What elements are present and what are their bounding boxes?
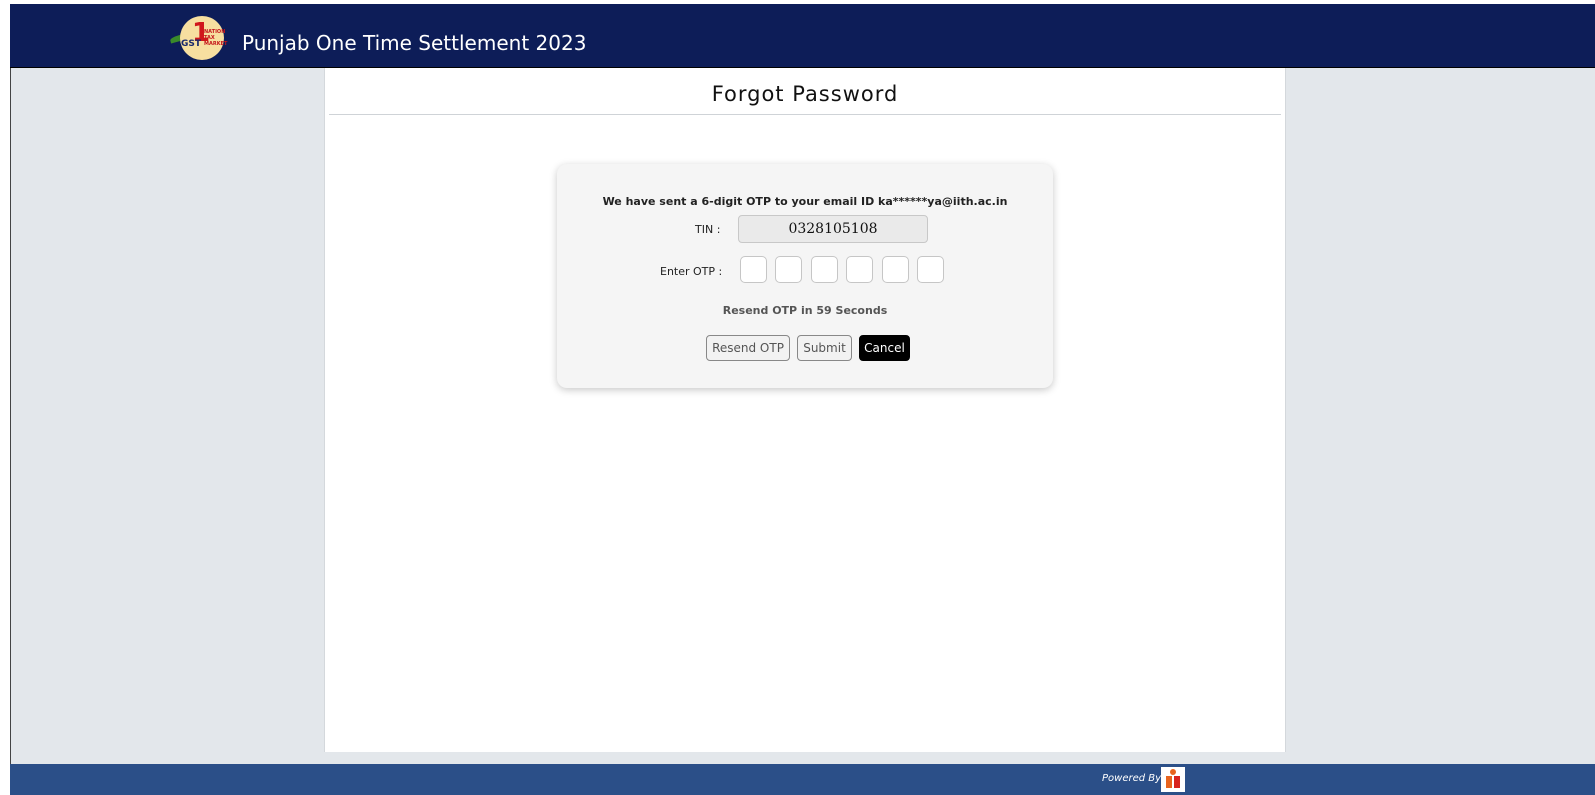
otp-label: Enter OTP : [660,265,723,278]
otp-digit-6[interactable] [917,256,944,283]
cancel-button[interactable]: Cancel [859,335,910,361]
otp-card: We have sent a 6-digit OTP to your email… [557,164,1053,388]
otp-digit-5[interactable] [882,256,909,283]
logo-gst-text: GST [181,39,202,49]
otp-digit-1[interactable] [740,256,767,283]
page-title: Forgot Password [711,82,899,106]
submit-button[interactable]: Submit [797,335,852,361]
otp-digit-2[interactable] [775,256,802,283]
footer: Powered By [10,764,1595,795]
tin-field: 0328105108 [738,215,928,243]
gst-logo-icon: 1 NATION TAX MARKET GST [169,15,228,61]
title-divider [329,114,1281,115]
vendor-logo-dot [1170,769,1176,775]
powered-by-label: Powered By [1102,773,1162,784]
vendor-logo-bar-right [1174,776,1180,788]
app-title: Punjab One Time Settlement 2023 [242,31,587,55]
otp-digit-3[interactable] [811,256,838,283]
otp-sent-message: We have sent a 6-digit OTP to your email… [602,195,1008,208]
vendor-logo-icon [1161,767,1185,792]
vendor-logo-bar-left [1166,776,1172,788]
tin-label: TIN : [695,223,721,236]
app-header: 1 NATION TAX MARKET GST Punjab One Time … [10,4,1595,68]
resend-otp-button[interactable]: Resend OTP [706,335,790,361]
logo-small-text: NATION TAX MARKET [204,29,228,47]
resend-countdown: Resend OTP in 59 Seconds [722,304,888,317]
otp-digit-4[interactable] [846,256,873,283]
